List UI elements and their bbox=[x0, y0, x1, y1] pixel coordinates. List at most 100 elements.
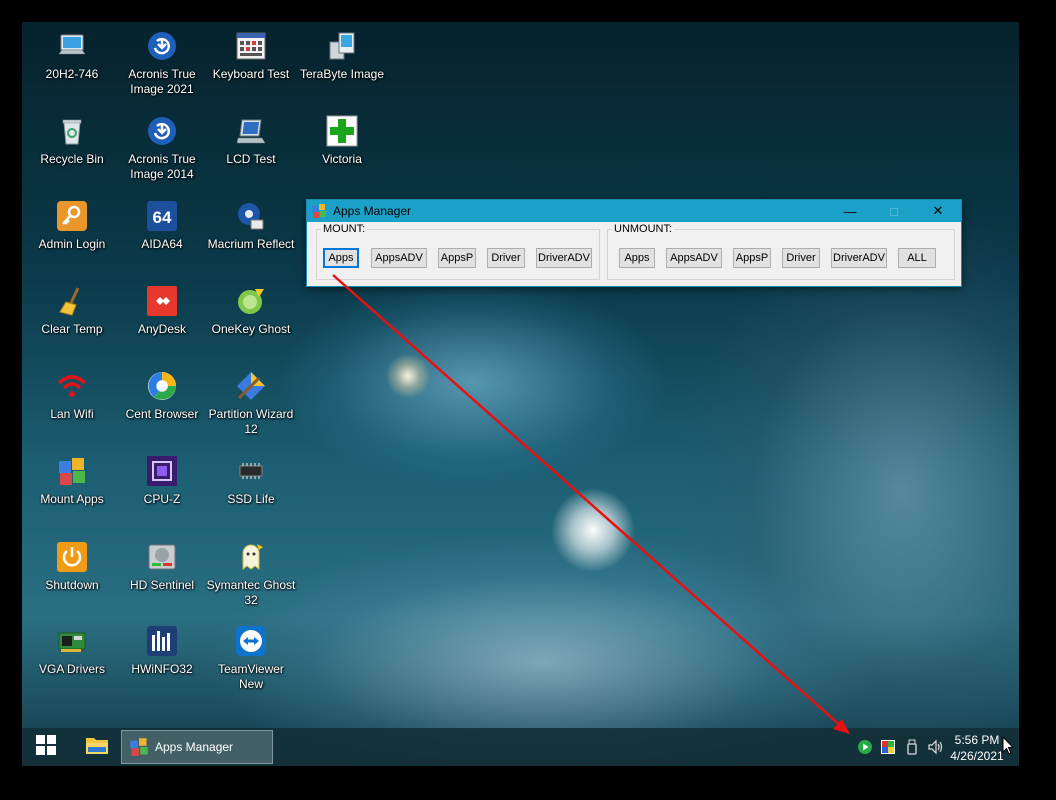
desktop-icon-terabyte-image[interactable]: TeraByte Image bbox=[297, 28, 387, 82]
volume-icon[interactable] bbox=[927, 739, 943, 755]
desktop-icon-aida64[interactable]: 64 AIDA64 bbox=[117, 198, 207, 252]
desktop-icon-vga-drivers[interactable]: VGA Drivers bbox=[27, 623, 117, 677]
desktop-icon-shutdown[interactable]: Shutdown bbox=[27, 539, 117, 593]
laptop-icon bbox=[235, 115, 267, 147]
unmount-all-button[interactable]: ALL bbox=[898, 248, 936, 268]
aida64-icon: 64 bbox=[146, 200, 178, 232]
unmount-appsadv-button[interactable]: AppsADV bbox=[666, 248, 722, 268]
desktop-icon-label: Lan Wifi bbox=[50, 407, 94, 421]
ghost-icon bbox=[235, 285, 267, 317]
desktop-icon-victoria[interactable]: Victoria bbox=[297, 113, 387, 167]
mount-apps-button[interactable]: Apps bbox=[323, 248, 359, 268]
unmount-driveradv-button[interactable]: DriverADV bbox=[831, 248, 887, 268]
apps-box-icon bbox=[129, 737, 149, 757]
cpu-icon bbox=[146, 455, 178, 487]
desktop-icon-admin-login[interactable]: Admin Login bbox=[27, 198, 117, 252]
unmount-apps-button[interactable]: Apps bbox=[619, 248, 655, 268]
folder-icon bbox=[86, 736, 108, 759]
desktop-icon-lan-wifi[interactable]: Lan Wifi bbox=[27, 368, 117, 422]
desktop-icon-acronis-2014[interactable]: Acronis True Image 2014 bbox=[117, 113, 207, 182]
desktop-icon-label: Mount Apps bbox=[40, 492, 104, 506]
unmount-appsp-button[interactable]: AppsP bbox=[733, 248, 771, 268]
maximize-button[interactable]: □ bbox=[872, 200, 916, 222]
taskbar-app-apps-manager[interactable]: Apps Manager bbox=[121, 730, 273, 764]
desktop-icon-20h2-746[interactable]: 20H2-746 bbox=[27, 28, 117, 82]
play-circle-icon[interactable] bbox=[857, 739, 873, 755]
ghost-icon bbox=[235, 541, 267, 573]
apps-manager-window: Apps Manager — □ ✕ MOUNT: UNMOUNT: Apps … bbox=[306, 199, 962, 287]
desktop-icon-acronis-2021[interactable]: Acronis True Image 2021 bbox=[117, 28, 207, 97]
color-grid-icon[interactable] bbox=[880, 739, 896, 755]
desktop-icon-symantec-ghost[interactable]: Symantec Ghost 32 bbox=[206, 539, 296, 608]
desktop-icon-label: Symantec Ghost 32 bbox=[206, 578, 296, 607]
desktop-icon-label: AnyDesk bbox=[137, 322, 187, 336]
partition-wizard-icon bbox=[235, 370, 267, 402]
desktop-icon-label: Partition Wizard 12 bbox=[208, 407, 294, 436]
desktop-icon-label: Shutdown bbox=[45, 578, 99, 592]
unmount-driver-button[interactable]: Driver bbox=[782, 248, 820, 268]
desktop-icon-clear-temp[interactable]: Clear Temp bbox=[27, 283, 117, 337]
title-bar[interactable]: Apps Manager — □ ✕ bbox=[307, 200, 961, 222]
minimize-button[interactable]: — bbox=[828, 200, 872, 222]
desktop-icon-macrium-reflect[interactable]: Macrium Reflect bbox=[206, 198, 296, 252]
mouse-cursor-icon bbox=[1002, 736, 1014, 755]
desktop-icon-recycle-bin[interactable]: Recycle Bin bbox=[27, 113, 117, 167]
close-button[interactable]: ✕ bbox=[916, 200, 960, 222]
terabyte-icon bbox=[326, 30, 358, 62]
wifi-icon bbox=[56, 370, 88, 402]
computer-icon bbox=[56, 30, 88, 62]
usb-drive-icon[interactable] bbox=[904, 739, 920, 755]
teamviewer-icon bbox=[235, 625, 267, 657]
desktop-icon-onekey-ghost[interactable]: OneKey Ghost bbox=[206, 283, 296, 337]
hwinfo-icon bbox=[146, 625, 178, 657]
desktop-icon-label: LCD Test bbox=[226, 152, 276, 166]
desktop-icon-teamviewer[interactable]: TeamViewer New bbox=[206, 623, 296, 692]
desktop-icon-keyboard-test[interactable]: Keyboard Test bbox=[206, 28, 296, 82]
key-icon bbox=[56, 200, 88, 232]
desktop-icon-hwinfo32[interactable]: HWiNFO32 bbox=[117, 623, 207, 677]
desktop-icon-label: HWiNFO32 bbox=[131, 662, 193, 676]
desktop-icon-label: Victoria bbox=[322, 152, 362, 166]
desktop-icon-label: TeraByte Image bbox=[299, 67, 385, 81]
desktop-icon-ssd-life[interactable]: SSD Life bbox=[206, 453, 296, 507]
desktop-icon-cent-browser[interactable]: Cent Browser bbox=[117, 368, 207, 422]
windows-logo-icon bbox=[36, 734, 56, 760]
power-icon bbox=[56, 541, 88, 573]
mount-appsp-button[interactable]: AppsP bbox=[438, 248, 476, 268]
desktop-icon-label: Acronis True Image 2021 bbox=[128, 67, 196, 96]
window-title: Apps Manager bbox=[333, 204, 412, 218]
desktop-icon-hd-sentinel[interactable]: HD Sentinel bbox=[117, 539, 207, 593]
svg-text:64: 64 bbox=[153, 208, 172, 227]
unmount-group-label: UNMOUNT: bbox=[612, 223, 675, 235]
file-explorer-button[interactable] bbox=[74, 728, 120, 766]
browser-icon bbox=[146, 370, 178, 402]
desktop-icon-label: 20H2-746 bbox=[45, 67, 99, 81]
desktop-icon-label: OneKey Ghost bbox=[211, 322, 291, 336]
start-button[interactable] bbox=[22, 728, 70, 766]
desktop-icon-partition-wizard[interactable]: Partition Wizard 12 bbox=[206, 368, 296, 437]
desktop-icon-label: Acronis True Image 2014 bbox=[128, 152, 196, 181]
desktop-icon-label: TeamViewer New bbox=[218, 662, 284, 691]
mount-driveradv-button[interactable]: DriverADV bbox=[536, 248, 592, 268]
hard-drive-icon bbox=[146, 541, 178, 573]
apps-box-icon bbox=[56, 455, 88, 487]
desktop-icon-anydesk[interactable]: AnyDesk bbox=[117, 283, 207, 337]
desktop-icon-label: AIDA64 bbox=[141, 237, 183, 251]
desktop-icon-label: Macrium Reflect bbox=[207, 237, 295, 251]
apps-box-icon bbox=[311, 203, 327, 219]
desktop-icon-label: VGA Drivers bbox=[38, 662, 105, 676]
desktop-icon-label: HD Sentinel bbox=[129, 578, 195, 592]
desktop-icon-label: Admin Login bbox=[38, 237, 106, 251]
desktop-icon-mount-apps[interactable]: Mount Apps bbox=[27, 453, 117, 507]
ssd-chip-icon bbox=[235, 455, 267, 487]
broom-icon bbox=[56, 285, 88, 317]
keyboard-icon bbox=[235, 30, 267, 62]
desktop-icon-label: Keyboard Test bbox=[212, 67, 290, 81]
desktop-icon-cpu-z[interactable]: CPU-Z bbox=[117, 453, 207, 507]
desktop-icon-lcd-test[interactable]: LCD Test bbox=[206, 113, 296, 167]
mount-appsadv-button[interactable]: AppsADV bbox=[371, 248, 427, 268]
mount-driver-button[interactable]: Driver bbox=[487, 248, 525, 268]
green-cross-icon bbox=[326, 115, 358, 147]
macrium-icon bbox=[235, 200, 267, 232]
desktop-icon-label: Recycle Bin bbox=[40, 152, 104, 166]
